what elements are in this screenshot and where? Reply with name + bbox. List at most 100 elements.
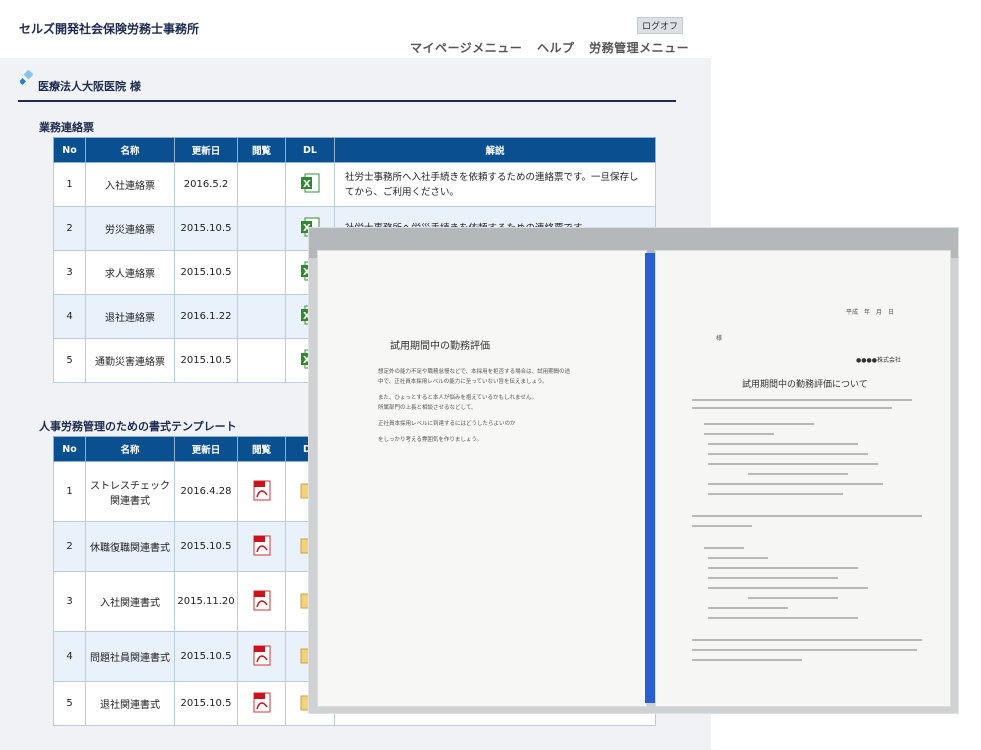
row-number: 4 <box>53 631 86 682</box>
row-number: 5 <box>53 681 86 726</box>
updated-date: 2015.10.5 <box>174 206 238 251</box>
view-cell <box>237 461 286 522</box>
view-cell <box>237 521 286 572</box>
logout-button[interactable]: ログオフ <box>637 17 684 34</box>
row-number: 1 <box>53 162 86 207</box>
form-name: 労災連絡票 <box>85 206 175 251</box>
left-page-title: 試用期間中の勤務評価 <box>390 341 490 352</box>
view-cell <box>237 250 286 295</box>
column-header: 閲覧 <box>237 436 286 462</box>
section-title-templates: 人事労務管理のための書式テンプレート <box>39 420 237 433</box>
column-header: DL <box>285 137 335 163</box>
right-page-title: 試用期間中の勤務評価について <box>742 380 868 390</box>
text-line <box>704 423 814 425</box>
text-line <box>748 473 848 475</box>
column-header: No <box>53 436 86 462</box>
firm-name: セルズ開発社会保険労務士事務所 <box>19 22 200 36</box>
text-line <box>708 463 878 465</box>
template-name: 退社関連書式 <box>85 681 175 726</box>
template-name: ストレスチェック関連書式 <box>85 461 175 522</box>
view-cell <box>237 206 286 251</box>
text-line <box>708 557 768 559</box>
template-name: 入社関連書式 <box>85 571 175 632</box>
column-header: 閲覧 <box>237 137 286 163</box>
row-number: 2 <box>53 521 86 572</box>
column-header: 更新日 <box>174 137 238 163</box>
text-line <box>708 493 843 495</box>
section-title-contact-forms: 業務連絡票 <box>39 121 94 134</box>
template-name: 問題社員関連書式 <box>85 631 175 682</box>
updated-date: 2015.10.5 <box>174 250 238 295</box>
text-line <box>692 407 892 409</box>
pdf-icon[interactable] <box>253 590 271 611</box>
download-cell: X <box>285 162 335 207</box>
nav-labor-menu[interactable]: 労務管理メニュー <box>589 41 689 55</box>
updated-date: 2016.1.22 <box>174 294 238 339</box>
column-header: 更新日 <box>174 436 238 462</box>
row-number: 5 <box>53 338 86 383</box>
text-line <box>708 587 868 589</box>
form-name: 求人連絡票 <box>85 250 175 295</box>
pdf-icon[interactable] <box>253 535 271 556</box>
view-cell <box>237 294 286 339</box>
table-row: 1 入社連絡票 2016.5.2 X 社労士事務所へ入社手続きを依頼するための連… <box>53 162 656 207</box>
updated-date: 2016.5.2 <box>174 162 238 207</box>
updated-date: 2015.10.5 <box>174 681 238 726</box>
right-page-recipient: 様 <box>716 335 723 342</box>
text-line <box>708 443 858 445</box>
view-cell <box>237 681 286 726</box>
form-name: 退社連絡票 <box>85 294 175 339</box>
binder-left-page: 試用期間中の勤務評価 想定外の能力不足や職務怠慢などで、本採用を拒否する場合は、… <box>317 250 647 707</box>
left-page-line: 想定外の能力不足や職務怠慢などで、本採用を拒否する場合は、試用期間の途 <box>378 369 571 375</box>
column-header: 名称 <box>85 137 175 163</box>
text-line <box>692 659 802 661</box>
column-header: No <box>53 137 86 163</box>
row-number: 3 <box>53 571 86 632</box>
header: セルズ開発社会保険労務士事務所 ログオフ マイページメニュー ヘルプ 労務管理メ… <box>0 0 711 58</box>
view-cell <box>237 631 286 682</box>
left-page-line: また、ひょっとすると本人が悩みを抱えているかもしれません。 <box>378 395 537 401</box>
row-number: 1 <box>53 461 86 522</box>
text-line <box>692 649 917 651</box>
text-line <box>708 567 858 569</box>
left-page-line: をしっかり考える雰囲気を作りましょう。 <box>378 437 483 443</box>
text-line <box>704 547 744 549</box>
updated-date: 2015.10.5 <box>174 631 238 682</box>
text-line <box>708 607 788 609</box>
row-number: 3 <box>53 250 86 295</box>
text-line <box>692 399 912 401</box>
updated-date: 2015.10.5 <box>174 521 238 572</box>
row-number: 2 <box>53 206 86 251</box>
column-header: 解説 <box>334 137 656 163</box>
text-line <box>692 639 922 641</box>
form-name: 通勤災害連絡票 <box>85 338 175 383</box>
updated-date: 2015.10.5 <box>174 338 238 383</box>
view-cell <box>237 571 286 632</box>
binder-right-page: 平成 年 月 日 様 ●●●●株式会社 試用期間中の勤務評価について <box>655 250 951 707</box>
row-number: 4 <box>53 294 86 339</box>
pdf-icon[interactable] <box>253 692 271 713</box>
client-name: 医療法人大阪医院 様 <box>38 80 141 93</box>
diamond-icon <box>20 70 34 86</box>
column-header: 名称 <box>85 436 175 462</box>
view-cell <box>237 338 286 383</box>
left-page-line: 中で、正社員本採用レベルの能力に至っていない旨を伝えましょう。 <box>378 379 548 385</box>
text-line <box>708 453 868 455</box>
pdf-icon[interactable] <box>253 645 271 666</box>
text-line <box>748 597 838 599</box>
nav-help[interactable]: ヘルプ <box>537 41 575 55</box>
right-page-company: ●●●●株式会社 <box>856 357 901 364</box>
updated-date: 2016.4.28 <box>174 461 238 522</box>
nav-mypage-menu[interactable]: マイページメニュー <box>410 41 522 55</box>
pdf-icon[interactable] <box>253 480 271 501</box>
view-cell <box>237 162 286 207</box>
binder-spine <box>645 253 655 703</box>
svg-text:X: X <box>303 179 311 190</box>
text-line <box>704 433 774 435</box>
client-bar: 医療法人大阪医院 様 <box>18 70 676 102</box>
excel-icon[interactable]: X <box>300 173 320 193</box>
right-page-date: 平成 年 月 日 <box>846 309 895 316</box>
text-line <box>708 617 858 619</box>
text-line <box>692 515 922 517</box>
template-name: 休職復職関連書式 <box>85 521 175 572</box>
